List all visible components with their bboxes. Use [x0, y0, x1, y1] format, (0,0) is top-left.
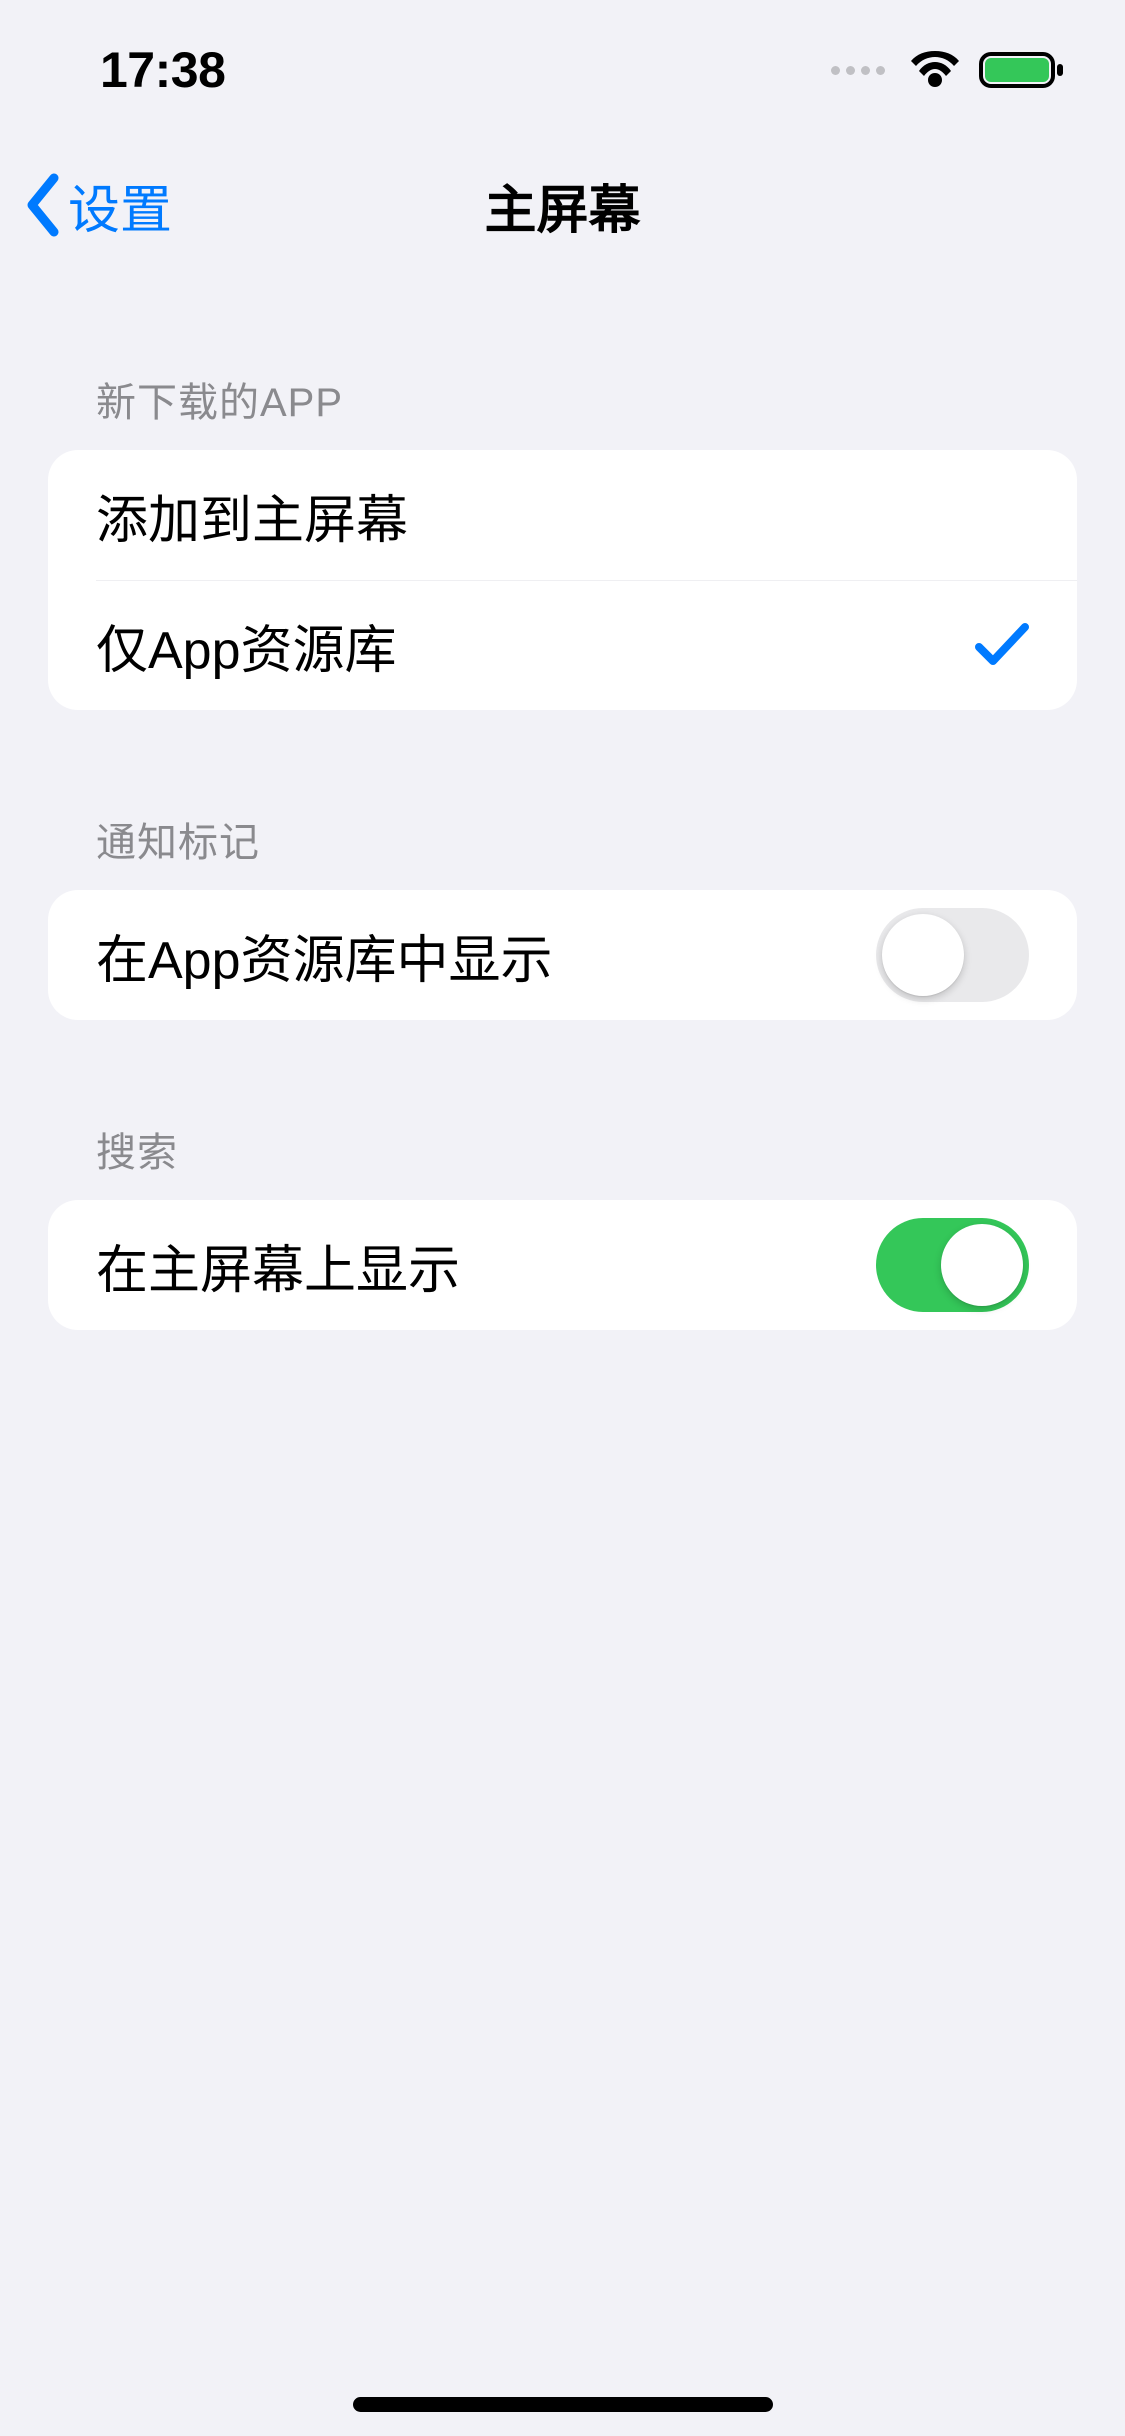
wifi-icon	[909, 51, 961, 89]
toggle-show-in-library[interactable]	[876, 908, 1029, 1002]
page-title: 主屏幕	[484, 168, 640, 243]
row-show-on-home: 在主屏幕上显示	[48, 1200, 1077, 1330]
chevron-left-icon	[24, 172, 62, 238]
back-label: 设置	[68, 168, 172, 243]
option-app-library-only[interactable]: 仅App资源库	[48, 580, 1077, 710]
status-bar: 17:38	[0, 0, 1125, 140]
nav-header: 设置 主屏幕	[0, 140, 1125, 270]
group-badges: 在App资源库中显示	[48, 890, 1077, 1020]
option-label: 添加到主屏幕	[96, 478, 408, 553]
battery-icon	[979, 50, 1065, 90]
home-indicator	[353, 2397, 773, 2412]
group-search: 在主屏幕上显示	[48, 1200, 1077, 1330]
row-label: 在主屏幕上显示	[96, 1228, 460, 1303]
section-search: 搜索 在主屏幕上显示	[0, 1120, 1125, 1330]
section-header-badges: 通知标记	[0, 810, 1125, 868]
toggle-knob	[882, 914, 964, 996]
section-badges: 通知标记 在App资源库中显示	[0, 810, 1125, 1020]
section-new-downloads: 新下载的APP 添加到主屏幕 仅App资源库	[0, 370, 1125, 710]
option-add-to-home[interactable]: 添加到主屏幕	[48, 450, 1077, 580]
row-show-in-library: 在App资源库中显示	[48, 890, 1077, 1020]
section-header-search: 搜索	[0, 1120, 1125, 1178]
row-label: 在App资源库中显示	[96, 918, 553, 993]
checkmark-icon	[975, 621, 1029, 669]
section-header-new-downloads: 新下载的APP	[0, 370, 1125, 428]
toggle-knob	[941, 1224, 1023, 1306]
group-new-downloads: 添加到主屏幕 仅App资源库	[48, 450, 1077, 710]
status-time: 17:38	[100, 41, 225, 99]
option-label: 仅App资源库	[96, 608, 397, 683]
toggle-show-on-home[interactable]	[876, 1218, 1029, 1312]
status-right	[831, 50, 1065, 90]
cellular-dots-icon	[831, 66, 885, 75]
back-button[interactable]: 设置	[24, 168, 172, 243]
